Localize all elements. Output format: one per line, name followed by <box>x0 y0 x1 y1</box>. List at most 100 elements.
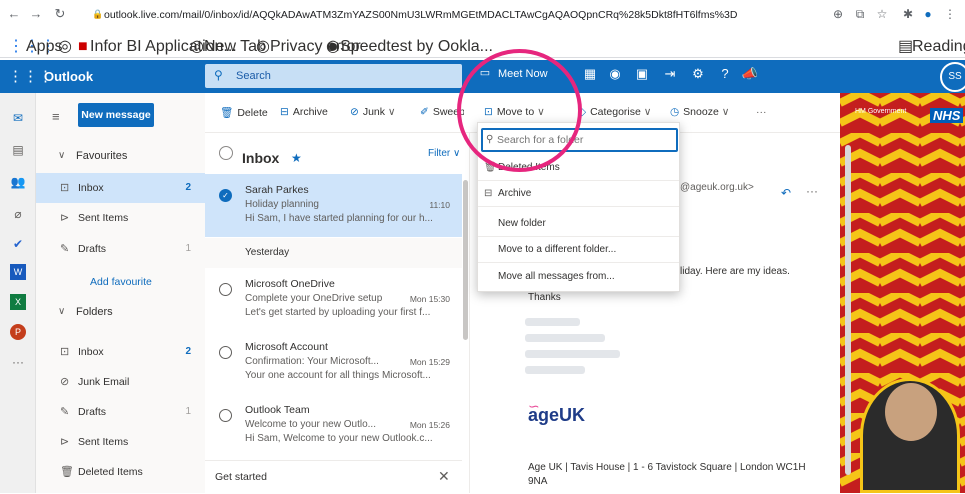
blurred-signature-line <box>525 318 580 326</box>
mail-icon[interactable]: ✉ <box>8 108 28 128</box>
dropdown-item-move-all[interactable]: Move all messages from... <box>478 264 679 290</box>
search-input[interactable]: Search <box>236 70 271 82</box>
ad-scrollbar[interactable] <box>845 145 851 475</box>
sender-address: @ageuk.org.uk> <box>680 182 754 193</box>
attachment-icon[interactable]: ⌀ <box>8 204 28 224</box>
message-time: Mon 15:30 <box>409 294 450 304</box>
highlight-circle <box>457 49 582 172</box>
chevron-down-icon: ∨ <box>721 106 730 118</box>
folder-inbox[interactable]: ⊡ Inbox 2 <box>36 337 205 367</box>
delete-button[interactable]: 🗑 Delete <box>220 106 268 119</box>
more-actions-button[interactable]: ··· <box>756 106 767 118</box>
filter-button[interactable]: Filter ∨ <box>428 148 460 159</box>
app-launcher-icon[interactable]: ⋮⋮⋮ <box>8 67 53 85</box>
reading-list[interactable]: Reading list <box>912 39 965 55</box>
powerpoint-icon[interactable]: P <box>10 324 26 340</box>
message-sender: Outlook Team <box>245 404 310 416</box>
list-item[interactable]: Microsoft Account Confirmation: Your Mic… <box>205 331 462 394</box>
folder-deleted[interactable]: 🗑 Deleted Items <box>36 457 205 487</box>
teams-icon[interactable]: ▦ <box>580 66 600 82</box>
favourite-inbox[interactable]: ⊡ Inbox 2 <box>36 173 205 203</box>
list-item[interactable]: Outlook Team Welcome to your new Outlo..… <box>205 394 462 457</box>
email-footer-postcode: 9NA <box>528 476 548 487</box>
menu-icon[interactable]: ⋮ <box>942 6 958 22</box>
profile-icon[interactable]: ● <box>920 6 936 22</box>
settings-icon[interactable]: ⚙ <box>688 66 708 82</box>
bookmark-github-icon: ◎ <box>58 38 72 55</box>
list-item[interactable]: ✓ Sarah Parkes Holiday planning 11:10 Hi… <box>205 174 462 237</box>
select-radio[interactable] <box>219 409 232 422</box>
dropdown-item-new-folder[interactable]: New folder <box>478 211 679 237</box>
message-sender: Microsoft Account <box>245 341 328 353</box>
folder-sent[interactable]: ⊳ Sent Items <box>36 427 205 457</box>
tab-search-icon[interactable]: ⧉ <box>852 6 868 22</box>
folders-section[interactable]: ∨ Folders <box>36 297 205 327</box>
excel-icon[interactable]: X <box>10 294 26 310</box>
folder-junk[interactable]: ⊘ Junk Email <box>36 367 205 397</box>
blurred-signature-line <box>525 350 620 358</box>
chevron-down-icon: ∨ <box>643 106 652 118</box>
folder-label: Drafts <box>78 243 107 255</box>
folder-label: Drafts <box>78 406 107 418</box>
ageuk-logo: ageUK <box>528 405 586 425</box>
new-message-button[interactable]: New message <box>78 103 154 127</box>
star-icon[interactable]: ☆ <box>874 6 890 22</box>
junk-button[interactable]: ⊘ Junk ∨ <box>350 106 396 118</box>
message-preview: Your one account for all things Microsof… <box>245 370 431 381</box>
block-icon: ⊘ <box>350 106 359 118</box>
todo-icon[interactable]: ✔ <box>8 234 28 254</box>
word-icon[interactable]: W <box>10 264 26 280</box>
snooze-button[interactable]: ◷ Snooze ∨ <box>670 106 729 118</box>
get-started-bar[interactable]: Get started <box>205 460 462 493</box>
message-list-scrollbar[interactable] <box>463 180 468 340</box>
skype-icon[interactable]: ◉ <box>605 66 625 82</box>
select-radio[interactable] <box>219 283 232 296</box>
dropdown-item-label: Move to a different folder... <box>498 244 617 255</box>
message-subject: Holiday planning <box>245 199 319 210</box>
calendar-icon[interactable]: ▤ <box>8 140 28 160</box>
favourites-section[interactable]: ∨ Favourites <box>36 141 205 171</box>
bookmark-speedtest[interactable]: Speedtest by Ookla... <box>340 39 493 55</box>
gov-logo: HM Government <box>855 108 907 115</box>
pencil-icon: ✎ <box>60 243 70 255</box>
close-icon[interactable]: ✕ <box>438 468 450 485</box>
folder-drafts[interactable]: ✎ Drafts 1 <box>36 397 205 427</box>
office-icon[interactable]: ▣ <box>632 66 652 82</box>
more-apps-icon[interactable]: ··· <box>8 352 28 372</box>
back-icon[interactable]: ← <box>6 6 22 22</box>
address-bar[interactable]: outlook.live.com/mail/0/inbox/id/AQQkADA… <box>90 5 810 25</box>
reply-icon[interactable]: ↶ <box>781 186 791 200</box>
send-icon: ⊳ <box>60 212 70 224</box>
archive-button[interactable]: ⊟ Archive <box>280 106 328 118</box>
dropdown-item-archive[interactable]: ⊟ Archive <box>478 181 679 207</box>
bookmark-apps[interactable]: Apps <box>26 39 62 55</box>
avatar[interactable]: SS <box>940 62 965 92</box>
forward-icon[interactable]: → <box>28 6 44 22</box>
clock-icon: ◷ <box>670 106 680 118</box>
puzzle-icon[interactable]: ✱ <box>900 6 916 22</box>
dropdown-item-different-folder[interactable]: Move to a different folder... <box>478 237 679 263</box>
blurred-signature-line <box>525 334 605 342</box>
inbox-icon: ⊡ <box>60 182 70 194</box>
people-icon[interactable]: 👥 <box>8 172 28 192</box>
my-day-icon[interactable]: ⇥ <box>660 66 680 82</box>
checkmark-icon[interactable]: ✓ <box>219 189 232 202</box>
add-favourite-link[interactable]: Add favourite <box>90 276 152 288</box>
favourite-drafts[interactable]: ✎ Drafts 1 <box>36 234 205 264</box>
delete-label: Delete <box>237 107 268 119</box>
message-subject: Confirmation: Your Microsoft... <box>245 356 379 367</box>
select-all-checkbox[interactable] <box>219 146 233 160</box>
snooze-label: Snooze <box>683 106 719 118</box>
whats-new-icon[interactable]: 📣 <box>740 66 760 82</box>
outlook-brand[interactable]: Outlook <box>44 69 93 84</box>
favourite-sent[interactable]: ⊳ Sent Items <box>36 203 205 233</box>
hamburger-icon[interactable]: ≡ <box>52 109 60 124</box>
list-item[interactable]: Microsoft OneDrive Complete your OneDriv… <box>205 268 462 331</box>
help-icon[interactable]: ? <box>715 66 735 81</box>
star-icon[interactable]: ★ <box>291 151 302 165</box>
more-icon[interactable]: ··· <box>806 184 818 198</box>
select-radio[interactable] <box>219 346 232 359</box>
extension-icon[interactable]: ⊕ <box>830 6 846 22</box>
categorise-button[interactable]: ◇ Categorise ∨ <box>578 106 651 118</box>
reload-icon[interactable]: ↻ <box>52 6 68 22</box>
